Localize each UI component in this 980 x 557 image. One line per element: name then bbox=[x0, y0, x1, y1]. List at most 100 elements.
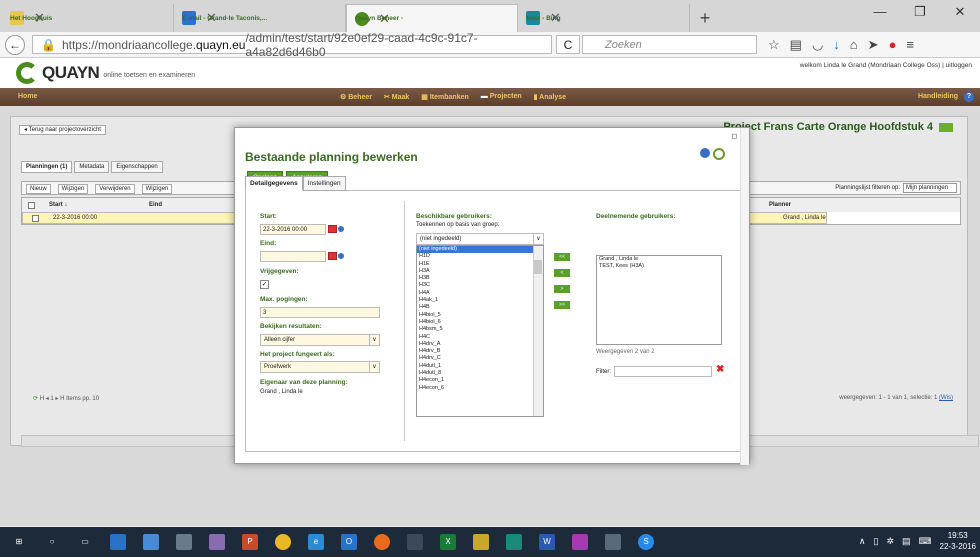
notification-icon[interactable]: ▤ bbox=[902, 536, 911, 547]
app-icon[interactable] bbox=[170, 530, 198, 554]
release-checkbox[interactable]: ✓ bbox=[260, 280, 269, 289]
reading-list-icon[interactable]: ▤ bbox=[790, 37, 802, 53]
app-icon[interactable] bbox=[368, 530, 396, 554]
list-item[interactable]: H3C bbox=[417, 282, 543, 289]
address-bar[interactable]: 🔒 https://mondriaancollege. quayn.eu/admi… bbox=[32, 31, 552, 59]
max-attempts-input[interactable]: 3 bbox=[260, 307, 380, 318]
list-item[interactable]: H4biol_5 bbox=[417, 312, 543, 319]
pager[interactable]: ⟳ H ◂ 1 ▸ H Items pp. 10 bbox=[33, 395, 99, 402]
app-icon[interactable] bbox=[599, 530, 627, 554]
edit-button[interactable]: Wijzigen bbox=[57, 184, 89, 194]
tab-bing[interactable]: Voor - Bing ✕ bbox=[518, 4, 690, 32]
start-button[interactable]: ⊞ bbox=[5, 530, 33, 554]
list-item[interactable]: H3B bbox=[417, 275, 543, 282]
tab-planningen[interactable]: Planningen (1) bbox=[21, 161, 73, 173]
move-all-right-button[interactable]: >> bbox=[554, 301, 570, 309]
restore-icon[interactable]: ❐ bbox=[900, 0, 940, 24]
reload-button[interactable]: C bbox=[556, 35, 580, 54]
list-item[interactable]: H4bsm_5 bbox=[417, 326, 543, 333]
clock-icon[interactable] bbox=[713, 148, 725, 160]
clock-small-icon[interactable] bbox=[338, 253, 344, 259]
new-tab-button[interactable]: + bbox=[690, 4, 720, 32]
task-view-button[interactable]: ▭ bbox=[71, 530, 99, 554]
select-all-checkbox[interactable] bbox=[28, 201, 35, 209]
row-checkbox[interactable] bbox=[32, 214, 39, 222]
back-button[interactable]: ← bbox=[5, 34, 25, 55]
tab-metadata[interactable]: Metadata bbox=[74, 161, 110, 173]
back-to-projects-button[interactable]: ◂ Terug naar projectoverzicht bbox=[19, 125, 106, 135]
list-scrollbar[interactable] bbox=[533, 246, 543, 416]
menu-analyse[interactable]: ▮ Analyse bbox=[534, 93, 566, 101]
menu-itembanken[interactable]: ▦ Itembanken bbox=[421, 93, 468, 101]
col-planner[interactable]: Planner bbox=[765, 202, 791, 208]
refresh-icon[interactable]: ⟳ bbox=[33, 396, 38, 402]
list-item[interactable]: H4econ_6 bbox=[417, 385, 543, 392]
minimize-icon[interactable]: — bbox=[860, 0, 900, 24]
network-icon[interactable]: ✲ bbox=[886, 536, 894, 547]
chevron-up-icon[interactable]: ∧ bbox=[859, 536, 866, 547]
menu-projecten[interactable]: ▬ Projecten bbox=[481, 93, 522, 101]
list-item[interactable]: (niet ingedeeld) bbox=[417, 246, 543, 254]
tab-instellingen[interactable]: Instellingen bbox=[302, 176, 346, 191]
list-item[interactable]: H4drv_A bbox=[417, 341, 543, 348]
adblock-icon[interactable]: ● bbox=[889, 37, 897, 53]
project-role-select[interactable]: Proefwerk ∨ bbox=[260, 361, 380, 373]
home-icon[interactable]: ⌂ bbox=[850, 37, 858, 53]
move-all-left-button[interactable]: << bbox=[554, 253, 570, 261]
clock-small-icon[interactable] bbox=[338, 226, 344, 232]
app-icon[interactable]: O bbox=[335, 530, 363, 554]
menu-handleiding[interactable]: Handleiding bbox=[918, 93, 958, 100]
list-item[interactable]: H4C bbox=[417, 334, 543, 341]
move-left-button[interactable]: < bbox=[554, 269, 570, 277]
clear-selection-link[interactable]: (Wis) bbox=[939, 395, 953, 401]
download-icon[interactable]: ↓ bbox=[833, 37, 840, 53]
group-dropdown-list[interactable]: (niet ingedeeld) H1D H1E H3A H3B H3C H4A… bbox=[416, 245, 544, 417]
tab-detailgegevens[interactable]: Detailgegevens bbox=[245, 176, 303, 191]
delete-button[interactable]: Verwijderen bbox=[95, 184, 135, 194]
app-icon[interactable] bbox=[104, 530, 132, 554]
app-icon[interactable]: S bbox=[632, 530, 660, 554]
app-icon[interactable] bbox=[203, 530, 231, 554]
new-button[interactable]: Nieuw bbox=[26, 184, 51, 194]
col-start[interactable]: Start ↓ bbox=[35, 202, 145, 208]
menu-maak[interactable]: ✂ Maak bbox=[384, 93, 409, 101]
list-item[interactable]: H4A bbox=[417, 290, 543, 297]
menu-home[interactable]: Home bbox=[18, 93, 37, 100]
calendar-icon[interactable] bbox=[328, 252, 337, 260]
bookmark-star-icon[interactable]: ☆ bbox=[768, 37, 780, 53]
list-item[interactable]: H1D bbox=[417, 253, 543, 260]
list-item[interactable]: H1E bbox=[417, 261, 543, 268]
app-icon[interactable]: X bbox=[434, 530, 462, 554]
calendar-icon[interactable] bbox=[328, 225, 337, 233]
app-icon[interactable] bbox=[500, 530, 528, 554]
menu-beheer[interactable]: ⚙ Beheer bbox=[340, 93, 372, 101]
list-item[interactable]: H4dutl_1 bbox=[417, 363, 543, 370]
search-button[interactable]: ○ bbox=[38, 530, 66, 554]
end-input[interactable] bbox=[260, 251, 326, 262]
tab-het-hooghuis[interactable]: Het Hooghuis ✕ bbox=[2, 4, 174, 32]
clear-filter-icon[interactable]: ✖ bbox=[716, 364, 724, 375]
pocket-icon[interactable]: ◡ bbox=[812, 37, 823, 53]
clock[interactable]: 19:53 22-3-2016 bbox=[940, 530, 976, 552]
menu-icon[interactable]: ≡ bbox=[906, 37, 914, 53]
app-icon[interactable] bbox=[401, 530, 429, 554]
app-icon[interactable] bbox=[137, 530, 165, 554]
keyboard-icon[interactable]: ⌨ bbox=[919, 536, 932, 547]
group-select[interactable]: (niet ingedeeld) ∨ bbox=[416, 233, 544, 245]
tab-quayn-beheer[interactable]: Quayn Beheer - ✕ bbox=[346, 4, 518, 32]
planning-filter-select[interactable]: Mijn planningen bbox=[903, 183, 957, 193]
dialog-scrollbar[interactable] bbox=[740, 128, 749, 465]
start-input[interactable]: 22-3-2016 00:00 bbox=[260, 224, 326, 235]
info-icon[interactable] bbox=[700, 148, 710, 158]
app-icon[interactable] bbox=[566, 530, 594, 554]
app-icon[interactable] bbox=[269, 530, 297, 554]
list-item[interactable]: TEST, Kees (H3A) bbox=[597, 263, 721, 270]
list-item[interactable]: H4B bbox=[417, 304, 543, 311]
app-icon[interactable] bbox=[467, 530, 495, 554]
app-icon[interactable]: P bbox=[236, 530, 264, 554]
list-item[interactable]: Grand , Linda le bbox=[597, 256, 721, 263]
edit-button-2[interactable]: Wijzigen bbox=[141, 184, 173, 194]
list-item[interactable]: H4drv_B bbox=[417, 348, 543, 355]
help-icon[interactable]: ? bbox=[964, 92, 974, 102]
list-item[interactable]: H4drv_C bbox=[417, 355, 543, 362]
